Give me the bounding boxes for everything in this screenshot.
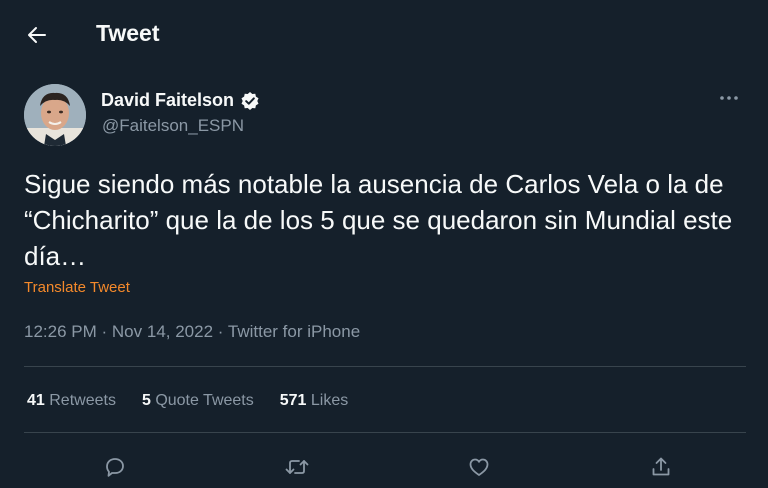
divider — [24, 366, 746, 367]
retweets-stat[interactable]: 41 Retweets — [27, 392, 116, 410]
retweets-label: Retweets — [49, 392, 116, 409]
tweet-author: David Faitelson @Faitelson_ESPN — [24, 84, 744, 146]
page-title: Tweet — [96, 20, 160, 46]
likes-count: 571 — [279, 392, 307, 409]
tweet-stats: 41 Retweets 5 Quote Tweets 571 Likes — [27, 392, 348, 410]
arrow-left-icon — [28, 27, 46, 43]
translate-tweet-link[interactable]: Translate Tweet — [24, 279, 130, 296]
like-button[interactable] — [462, 450, 496, 484]
back-button[interactable] — [20, 20, 54, 50]
tweet-time[interactable]: 12:26 PM — [24, 322, 97, 341]
likes-stat[interactable]: 571 Likes — [280, 392, 349, 410]
avatar[interactable] — [24, 84, 86, 146]
tweet-text: Sigue siendo más notable la ausencia de … — [24, 169, 733, 271]
meta-separator: · — [101, 322, 108, 341]
more-options-button[interactable] — [716, 88, 742, 108]
tweet-header: Tweet — [0, 0, 768, 70]
reply-button[interactable] — [98, 450, 132, 484]
tweet-meta: 12:26 PM · Nov 14, 2022 · Twitter for iP… — [24, 322, 360, 342]
quote-tweets-stat[interactable]: 5 Quote Tweets — [142, 392, 254, 410]
divider — [24, 432, 746, 433]
retweet-button[interactable] — [280, 450, 314, 484]
reply-icon — [106, 458, 124, 477]
author-display-name[interactable]: David Faitelson — [101, 90, 234, 111]
retweet-icon — [285, 460, 309, 474]
retweets-count: 41 — [27, 392, 45, 409]
author-name-row[interactable]: David Faitelson — [101, 90, 260, 111]
verified-badge-icon — [241, 91, 259, 110]
tweet-source[interactable]: Twitter for iPhone — [228, 322, 360, 341]
author-handle[interactable]: @Faitelson_ESPN — [102, 116, 244, 136]
heart-icon — [469, 458, 489, 476]
share-icon — [652, 457, 670, 476]
quote-tweets-label: Quote Tweets — [155, 392, 254, 409]
likes-label: Likes — [310, 392, 349, 409]
tweet-actions — [0, 446, 768, 486]
quote-tweets-count: 5 — [141, 392, 151, 409]
tweet-date[interactable]: Nov 14, 2022 — [112, 322, 213, 341]
more-dots-icon — [720, 96, 738, 100]
share-button[interactable] — [644, 450, 678, 484]
meta-separator: · — [217, 322, 224, 341]
